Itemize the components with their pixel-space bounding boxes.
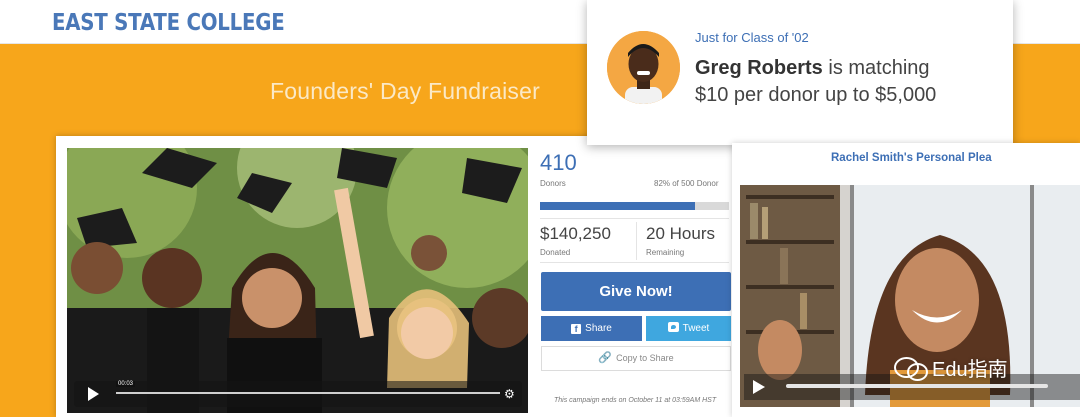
play-icon[interactable] (753, 380, 765, 394)
twitter-icon (667, 322, 679, 332)
stats-divider (540, 218, 729, 219)
match-donor-name: Greg Roberts (695, 57, 823, 79)
donors-progress-fill (540, 202, 695, 210)
wechat-icon (894, 357, 928, 381)
share-label: Share (585, 323, 612, 334)
hours-label: Remaining (646, 248, 685, 257)
tweet-label: Tweet (682, 323, 710, 334)
video-controls (74, 381, 522, 407)
video-progress-track[interactable] (116, 392, 500, 394)
donors-label: Donors (540, 179, 566, 188)
tweet-button[interactable]: Tweet (646, 316, 731, 341)
plea-progress-track[interactable] (786, 384, 1048, 388)
copy-to-share-button[interactable]: 🔗 Copy to Share (541, 346, 731, 371)
campaign-video[interactable] (67, 148, 528, 413)
college-logo[interactable]: EAST STATE COLLEGE (52, 10, 285, 36)
campaign-end-note: This campaign ends on October 11 at 03:5… (554, 397, 717, 404)
match-class-label: Just for Class of '02 (695, 30, 809, 45)
stats-vertical-divider (636, 222, 637, 260)
donors-count: 410 (540, 150, 577, 175)
give-now-button[interactable]: Give Now! (541, 272, 731, 311)
amount-label: Donated (540, 248, 571, 257)
stats-divider-bottom (540, 262, 729, 263)
avatar (607, 31, 680, 104)
fundraiser-title: Founders' Day Fundraiser (270, 78, 540, 104)
watermark-text: Edu指南 (932, 359, 1008, 381)
copy-label: Copy to Share (616, 353, 674, 363)
link-icon: 🔗 (598, 352, 613, 364)
match-headline: Greg Roberts is matching (695, 57, 930, 80)
facebook-share-button[interactable]: f Share (541, 316, 642, 341)
graduates-photo (67, 148, 528, 413)
wechat-watermark: Edu指南 (894, 353, 1008, 382)
play-icon[interactable] (88, 387, 99, 401)
match-details: $10 per donor up to $5,000 (695, 84, 937, 106)
facebook-icon: f (571, 324, 582, 334)
match-headline-rest: is matching (822, 57, 930, 79)
video-timestamp: 00:03 (116, 381, 136, 387)
hours-remaining: 20 Hours (646, 224, 715, 243)
plea-title[interactable]: Rachel Smith's Personal Plea (831, 152, 992, 164)
amount-donated: $140,250 (540, 224, 611, 243)
donors-goal: 82% of 500 Donor (654, 179, 719, 188)
gear-icon[interactable]: ⚙ (504, 387, 515, 401)
donor-portrait (607, 31, 680, 104)
donors-progress-bar (540, 202, 729, 210)
